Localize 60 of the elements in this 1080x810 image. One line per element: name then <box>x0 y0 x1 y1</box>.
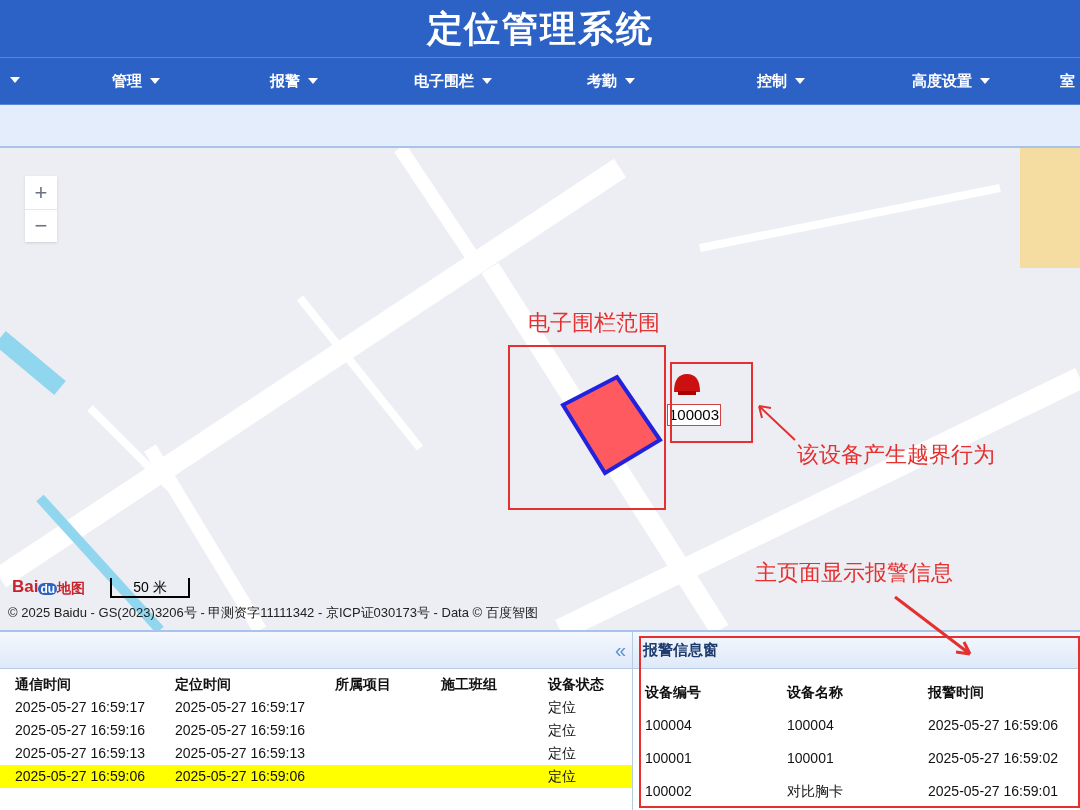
caret-icon <box>308 78 318 85</box>
nav-menu-item[interactable]: 管理 <box>112 70 160 93</box>
copyright-text: © 2025 Baidu - GS(2023)3206号 - 甲测资字11111342 - 京ICP证030173号 - Data © 百度智图 <box>8 604 538 622</box>
table-row[interactable]: 2025-05-27 16:59:17 2025-05-27 16:59:17 定位 <box>0 696 632 719</box>
table-cell-text: 定位 <box>548 698 577 717</box>
device-label: 100003 <box>667 404 722 426</box>
column-header: 施工班组 <box>441 674 498 694</box>
panel-title: 报警信息窗 <box>643 639 718 660</box>
table-cell-text: 2025-05-27 16:59:16 <box>15 721 146 740</box>
table-cell-text: 2025-05-27 16:59:06 <box>928 716 1059 735</box>
table-cell-text: 对比胸卡 <box>787 782 844 801</box>
table-cell-text: 2025-05-27 16:59:01 <box>928 782 1059 801</box>
table-cell-text: 100001 <box>787 749 835 768</box>
column-header: 所属项目 <box>335 674 392 694</box>
nav-menu-item[interactable]: 控制 <box>757 70 805 93</box>
annotation-text: 主页面显示报警信息 <box>755 559 953 587</box>
column-header: 设备编号 <box>645 683 702 702</box>
column-header: 通信时间 <box>15 674 72 694</box>
nav-menu-item[interactable]: 报警 <box>270 70 318 93</box>
zoom-in-button[interactable]: + <box>25 176 57 209</box>
table-cell-text: 2025-05-27 16:59:17 <box>175 698 306 717</box>
nav-menu-item[interactable]: 考勤 <box>587 70 635 93</box>
table-cell-text: 2025-05-27 16:59:13 <box>175 744 306 763</box>
table-cell-text: 2025-05-27 16:59:06 <box>175 767 306 786</box>
caret-icon <box>150 78 160 85</box>
column-header: 设备状态 <box>548 674 605 694</box>
map-logo: Bai du地图 <box>12 578 86 595</box>
zoom-out-button[interactable]: − <box>25 209 57 242</box>
app-title: 定位管理系统 <box>426 6 654 51</box>
table-cell-text: 定位 <box>548 744 577 763</box>
caret-icon <box>482 78 492 85</box>
nav-menu-item[interactable]: 电子围栏 <box>414 70 492 93</box>
table-cell-text: 100001 <box>645 749 693 768</box>
selected-table-row[interactable]: 2025-05-27 16:59:06 2025-05-27 16:59:06 定位 <box>0 765 632 788</box>
table-cell-text: 100004 <box>787 716 835 735</box>
column-header: 设备名称 <box>787 683 844 702</box>
table-cell-text: 2025-05-27 16:59:17 <box>15 698 146 717</box>
table-row[interactable]: 2025-05-27 16:59:13 2025-05-27 16:59:13 定位 <box>0 742 632 765</box>
scale-bar: 50 米 <box>110 578 190 598</box>
nav-menu-item[interactable]: 高度设置 <box>912 70 990 93</box>
annotation-text: 该设备产生越界行为 <box>797 441 995 469</box>
table-cell-text: 2025-05-27 16:59:16 <box>175 721 306 740</box>
table-cell-text: 100004 <box>645 716 693 735</box>
caret-icon <box>980 78 990 85</box>
table-cell-text: 定位 <box>548 721 577 740</box>
table-cell-text: 2025-05-27 16:59:06 <box>15 767 146 786</box>
annotation-text: 电子围栏范围 <box>528 309 660 337</box>
table-cell-text: 2025-05-27 16:59:02 <box>928 749 1059 768</box>
table-row[interactable]: 2025-05-27 16:59:16 2025-05-27 16:59:16 定位 <box>0 719 632 742</box>
nav-menu-item[interactable]: 室 <box>1060 70 1075 93</box>
column-header: 报警时间 <box>928 683 985 702</box>
column-header: 定位时间 <box>175 674 232 694</box>
table-cell-text: 定位 <box>548 767 577 786</box>
table-cell-text: 100002 <box>645 782 693 801</box>
collapse-button[interactable]: « <box>614 640 626 660</box>
caret-icon <box>795 78 805 85</box>
caret-icon <box>10 77 20 83</box>
annotation-arrow <box>758 405 796 441</box>
table-cell-text: 2025-05-27 16:59:13 <box>15 744 146 763</box>
caret-icon <box>625 78 635 85</box>
